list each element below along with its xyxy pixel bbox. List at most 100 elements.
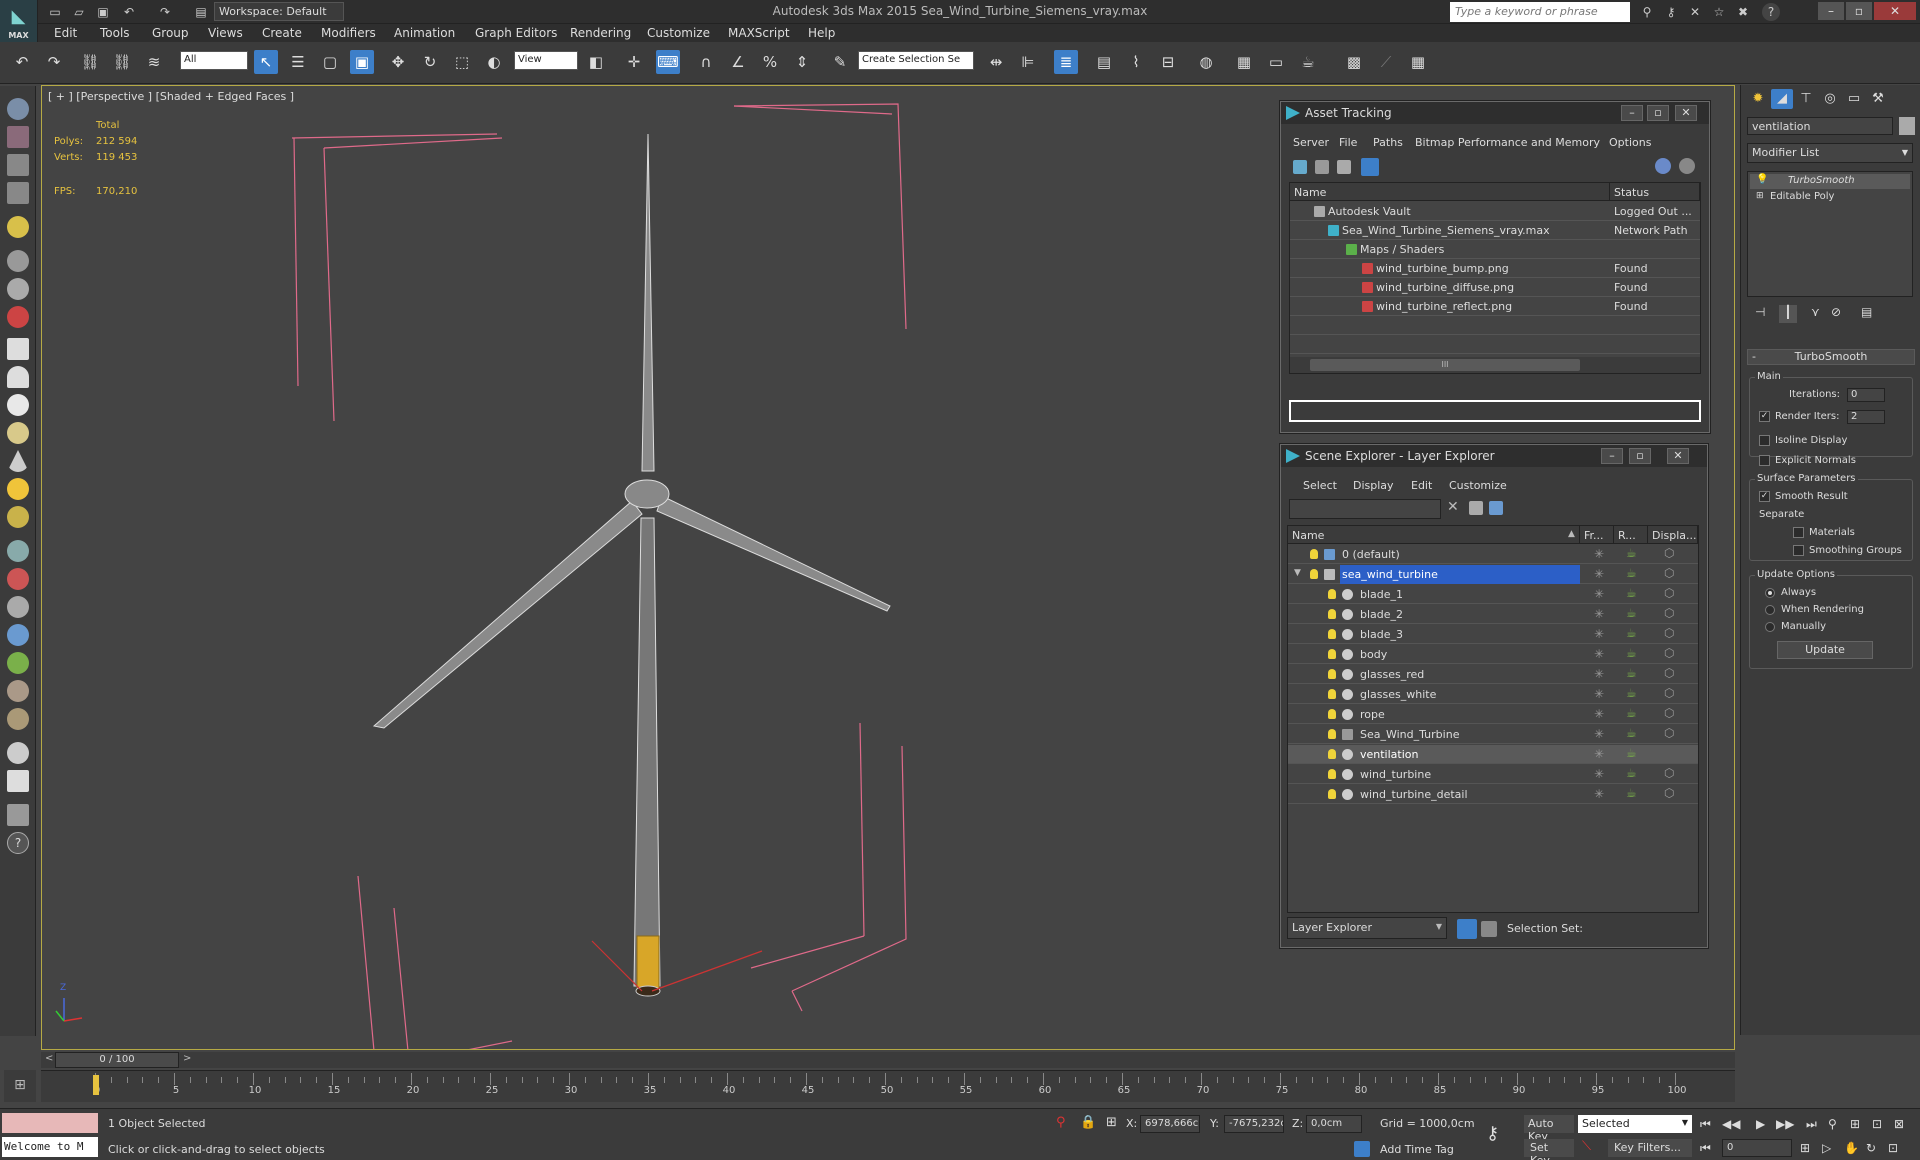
scene-maximize-button[interactable]: ▫	[1629, 448, 1651, 464]
maxscript-listener-mini[interactable]	[2, 1113, 98, 1133]
display-icon[interactable]: ⬡	[1664, 646, 1674, 660]
add-time-tag[interactable]: Add Time Tag	[1380, 1143, 1454, 1156]
asset-path-field[interactable]	[1289, 400, 1701, 422]
hierarchy-tab-icon[interactable]: ⊤	[1795, 89, 1817, 109]
freeze-icon[interactable]: ✳	[1594, 627, 1604, 641]
make-unique-icon[interactable]: ⋎	[1811, 305, 1820, 319]
light-bulb-icon[interactable]	[1328, 649, 1336, 659]
object-row[interactable]: glasses_white ✳ ☕ ⬡	[1288, 685, 1698, 704]
freeze-icon[interactable]: ✳	[1594, 547, 1604, 561]
display-icon[interactable]: ⬡	[1664, 586, 1674, 600]
isoline-display-checkbox[interactable]	[1759, 435, 1770, 446]
grid-icon[interactable]	[7, 182, 29, 204]
tools-icon[interactable]: ✕	[1686, 3, 1704, 21]
selection-filter-dropdown[interactable]: All	[180, 51, 248, 70]
asset-menu-server[interactable]: Server	[1293, 136, 1329, 149]
light-bulb-icon[interactable]	[1328, 609, 1336, 619]
render-icon[interactable]: ☕	[1626, 546, 1637, 560]
refresh-icon[interactable]	[1293, 160, 1307, 174]
iterations-spinner[interactable]: 0	[1847, 388, 1885, 402]
maximize-button[interactable]: ▫	[1846, 2, 1872, 20]
utilities-tab-icon[interactable]: ⚒	[1867, 89, 1889, 109]
search-input[interactable]: Type a keyword or phrase	[1450, 2, 1630, 22]
layer-explorer-icon[interactable]: ≣	[1054, 50, 1078, 74]
spinner-snap-icon[interactable]: ⇕	[790, 50, 814, 74]
display-icon[interactable]: ⬡	[1664, 706, 1674, 720]
previous-frame-icon[interactable]: ◀◀	[1722, 1117, 1740, 1131]
zoom-extents-icon[interactable]: ⊞	[1850, 1117, 1860, 1131]
orbit-icon[interactable]: ↻	[1866, 1141, 1876, 1155]
scene-close-button[interactable]: ✕	[1667, 448, 1689, 464]
configure-sets-icon[interactable]: ▤	[1861, 305, 1872, 319]
min-max-toggle-icon[interactable]: ⊡	[1888, 1141, 1898, 1155]
stack-item-editable-poly[interactable]: ⊞ Editable Poly	[1750, 190, 1910, 205]
when-rendering-radio[interactable]	[1765, 605, 1775, 615]
smoothing-groups-checkbox[interactable]	[1793, 545, 1804, 556]
display-icon[interactable]: ⬡	[1664, 566, 1674, 580]
set-key-mode-icon[interactable]: ⚷	[1486, 1123, 1499, 1144]
manually-radio[interactable]	[1765, 622, 1775, 632]
material-editor-icon[interactable]: ◍	[1194, 50, 1218, 74]
slider-next-arrow-icon[interactable]: >	[183, 1053, 191, 1064]
scene-menu-edit[interactable]: Edit	[1411, 479, 1432, 492]
asset-row[interactable]: Autodesk Vault Logged Out ...	[1290, 202, 1700, 221]
remove-modifier-icon[interactable]: ⊘	[1831, 305, 1841, 319]
thumbnail-view-icon[interactable]	[1337, 160, 1351, 174]
named-selection-sets-dropdown[interactable]: Create Selection Se	[858, 51, 974, 70]
undo-icon[interactable]: ↶	[10, 50, 34, 74]
asset-row[interactable]: Sea_Wind_Turbine_Siemens_vray.max Networ…	[1290, 221, 1700, 240]
workspace-dropdown[interactable]: Workspace: Default	[214, 2, 344, 21]
maximize-viewport-icon[interactable]: ⊠	[1894, 1117, 1904, 1131]
column-name[interactable]: Name	[1290, 183, 1610, 201]
column-status[interactable]: Status	[1610, 183, 1700, 201]
render-icon[interactable]: ☕	[1626, 586, 1637, 600]
group-row[interactable]: Sea_Wind_Turbine ✳ ☕ ⬡	[1288, 725, 1698, 744]
snaps-toggle-icon[interactable]: ∩	[694, 50, 718, 74]
new-file-icon[interactable]: ▭	[46, 3, 64, 21]
light-bulb-icon[interactable]	[1328, 729, 1336, 739]
object-row[interactable]: glasses_red ✳ ☕ ⬡	[1288, 665, 1698, 684]
freeze-icon[interactable]: ✳	[1594, 767, 1604, 781]
expand-arrow-icon[interactable]: ▼	[1294, 568, 1301, 578]
move-icon[interactable]: ✥	[386, 50, 410, 74]
dome-icon[interactable]	[7, 366, 29, 388]
render-iters-spinner[interactable]: 2	[1847, 410, 1885, 424]
light-bulb-icon[interactable]	[1328, 789, 1336, 799]
box-icon[interactable]	[7, 338, 29, 360]
menu-rendering[interactable]: Rendering	[570, 26, 631, 40]
menu-animation[interactable]: Animation	[394, 26, 455, 40]
toolbar-options-icon[interactable]: ▦	[1406, 50, 1430, 74]
object-row[interactable]: blade_2 ✳ ☕ ⬡	[1288, 605, 1698, 624]
light-bulb-icon[interactable]	[1310, 549, 1318, 559]
place-icon[interactable]: ◐	[482, 50, 506, 74]
render-icon[interactable]: ☕	[1626, 606, 1637, 620]
render-icon[interactable]: ☕	[1626, 726, 1637, 740]
show-end-result-icon[interactable]: ┃	[1779, 305, 1797, 323]
zoom-region-icon[interactable]: ⊡	[1872, 1117, 1882, 1131]
redo-icon[interactable]: ↷	[156, 3, 174, 21]
hair-fur-icon[interactable]	[7, 680, 29, 702]
motion-tab-icon[interactable]: ◎	[1819, 89, 1841, 109]
menu-edit[interactable]: Edit	[54, 26, 77, 40]
bush-icon[interactable]	[7, 422, 29, 444]
key-tangent-icon[interactable]: ⟍	[1582, 1139, 1591, 1154]
object-name-field[interactable]: ventilation	[1747, 117, 1893, 135]
freeze-icon[interactable]: ✳	[1594, 707, 1604, 721]
freeze-icon[interactable]: ✳	[1594, 607, 1604, 621]
list-icon[interactable]	[7, 154, 29, 176]
expand-plus-icon[interactable]: ⊞	[1756, 191, 1764, 201]
render-icon[interactable]: ☕	[1626, 706, 1637, 720]
unlink-icon[interactable]: ⛓	[110, 50, 134, 74]
asset-menu-options[interactable]: Options	[1609, 136, 1651, 149]
zoom-icon[interactable]: ⚲	[1828, 1117, 1837, 1131]
light-bulb-icon[interactable]	[7, 216, 29, 238]
material-ball-icon[interactable]	[7, 742, 29, 764]
select-object-icon[interactable]: ↖	[254, 50, 278, 74]
object-row[interactable]: wind_turbine ✳ ☕ ⬡	[1288, 765, 1698, 784]
key-mode-toggle-icon[interactable]: ⏮	[1700, 1141, 1711, 1156]
asset-horizontal-scrollbar[interactable]: III	[1290, 357, 1700, 373]
exchange-icon[interactable]: ✖	[1734, 3, 1752, 21]
globe-icon[interactable]	[7, 624, 29, 646]
camera-rig-icon[interactable]	[7, 596, 29, 618]
schematic-view-icon[interactable]: ⊟	[1156, 50, 1180, 74]
